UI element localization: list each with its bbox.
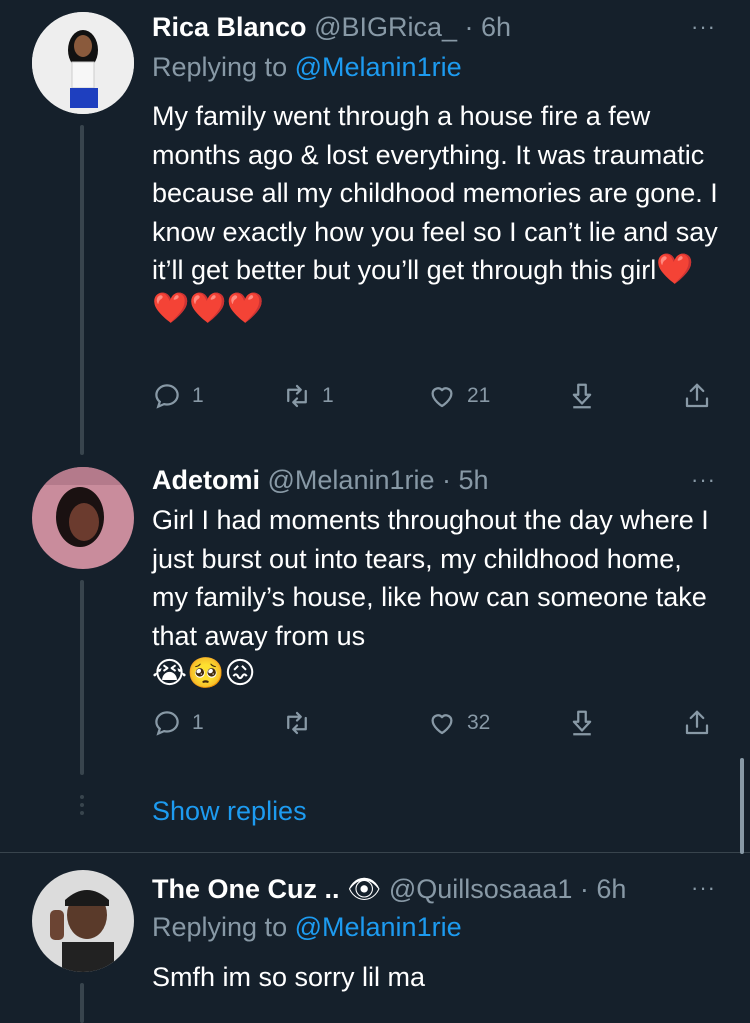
reply-icon	[155, 384, 179, 409]
retweet-button[interactable]	[282, 708, 322, 738]
tweet-the-one-cuz[interactable]: The One Cuz .. 👁 @Quillsosaaa1 · 6h ··· …	[0, 865, 750, 1023]
emoji-row: 😭🥺😖	[152, 657, 256, 690]
tweet-actions: 1 1 21	[152, 381, 722, 415]
download-arrow-icon	[572, 383, 592, 409]
retweet-icon	[287, 711, 307, 735]
mention-link[interactable]: @Melanin1rie	[295, 52, 462, 82]
tweet-text: Girl I had moments throughout the day wh…	[152, 505, 709, 690]
timestamp[interactable]: · 6h	[580, 874, 627, 904]
username[interactable]: @Quillsosaaa1	[389, 874, 573, 904]
download-arrow-icon	[572, 710, 592, 736]
thread-line	[80, 580, 84, 775]
share-icon	[685, 710, 709, 735]
heart-outline-icon	[431, 387, 453, 408]
divider	[0, 852, 750, 853]
reply-count: 1	[192, 711, 204, 734]
display-name[interactable]: The One Cuz ..	[152, 874, 340, 904]
tweet-header: Rica Blanco @BIGRica_ · 6h	[152, 12, 511, 43]
reply-icon	[155, 711, 179, 736]
reply-button[interactable]: 1	[152, 708, 204, 738]
tweet-rica-blanco[interactable]: Rica Blanco @BIGRica_ · 6h ··· Replying …	[0, 0, 750, 455]
like-button[interactable]: 21	[427, 381, 490, 411]
replying-to: Replying to @Melanin1rie	[152, 912, 462, 942]
more-options-icon[interactable]: ···	[691, 875, 716, 901]
avatar[interactable]	[32, 467, 134, 569]
thread-line	[80, 983, 84, 1023]
like-count: 32	[467, 711, 491, 734]
mention-link[interactable]: @Melanin1rie	[295, 912, 462, 942]
like-button[interactable]: 32	[427, 708, 490, 738]
username[interactable]: @Melanin1rie	[268, 465, 435, 495]
reply-button[interactable]: 1	[152, 381, 204, 411]
more-options-icon[interactable]: ···	[691, 467, 716, 493]
display-name[interactable]: Rica Blanco	[152, 12, 307, 42]
reply-count: 1	[192, 384, 204, 407]
avatar[interactable]	[32, 870, 134, 972]
retweet-button[interactable]: 1	[282, 381, 334, 411]
tweet-header: Adetomi @Melanin1rie · 5h	[152, 465, 489, 496]
avatar-image	[32, 12, 134, 114]
retweet-count: 1	[322, 384, 334, 407]
display-name[interactable]: Adetomi	[152, 465, 260, 495]
scrollbar[interactable]	[740, 758, 744, 854]
share-icon	[685, 383, 709, 408]
download-button[interactable]	[567, 381, 597, 411]
download-button[interactable]	[567, 708, 597, 738]
timestamp[interactable]: · 5h	[442, 465, 489, 495]
username[interactable]: @BIGRica_	[314, 12, 457, 42]
avatar-image	[32, 467, 134, 569]
avatar-image	[32, 870, 134, 972]
thread-line	[80, 125, 84, 455]
eye-emoji: 👁	[347, 874, 382, 904]
avatar[interactable]	[32, 12, 134, 114]
tweet-actions: 1 32	[152, 708, 722, 742]
tweet-header: The One Cuz .. 👁 @Quillsosaaa1 · 6h	[152, 873, 626, 905]
timestamp[interactable]: · 6h	[465, 12, 512, 42]
like-count: 21	[467, 384, 491, 407]
share-button[interactable]	[682, 708, 712, 738]
tweet-adetomi[interactable]: Adetomi @Melanin1rie · 5h ··· Girl I had…	[0, 460, 750, 780]
tweet-text: My family went through a house fire a fe…	[152, 101, 718, 325]
share-button[interactable]	[682, 381, 712, 411]
replying-to: Replying to @Melanin1rie	[152, 52, 462, 82]
retweet-icon	[287, 384, 307, 408]
show-replies-link[interactable]: Show replies	[152, 796, 307, 827]
more-options-icon[interactable]: ···	[691, 14, 716, 40]
tweet-text: Smfh im so sorry lil ma	[152, 962, 426, 992]
thread-dots-icon	[78, 795, 86, 819]
heart-outline-icon	[431, 714, 453, 735]
